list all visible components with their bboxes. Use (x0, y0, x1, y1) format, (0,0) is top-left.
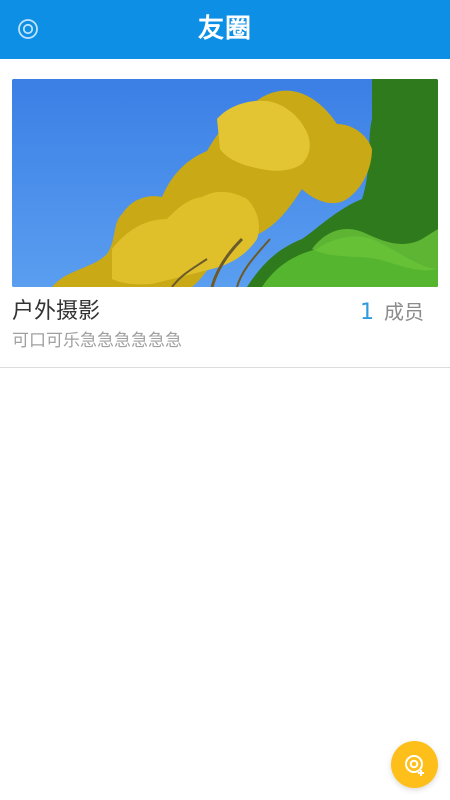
group-name: 户外摄影 (12, 299, 101, 324)
top-bar: 友圈 (0, 0, 450, 59)
member-count: 1 成员 (360, 297, 424, 328)
member-count-label: 成员 (384, 300, 424, 324)
group-description: 可口可乐急急急急急急 (12, 331, 182, 351)
page-title: 友圈 (197, 14, 252, 44)
member-count-value: 1 (360, 300, 374, 325)
group-card[interactable]: 户外摄影 1 成员 可口可乐急急急急急急 (0, 59, 450, 368)
add-group-icon (404, 754, 424, 776)
add-group-button[interactable] (391, 741, 438, 788)
group-cover-image (12, 79, 438, 287)
app-screen: 友圈 户外摄影 1 成员 可口可乐急急急急急急 (0, 0, 450, 800)
